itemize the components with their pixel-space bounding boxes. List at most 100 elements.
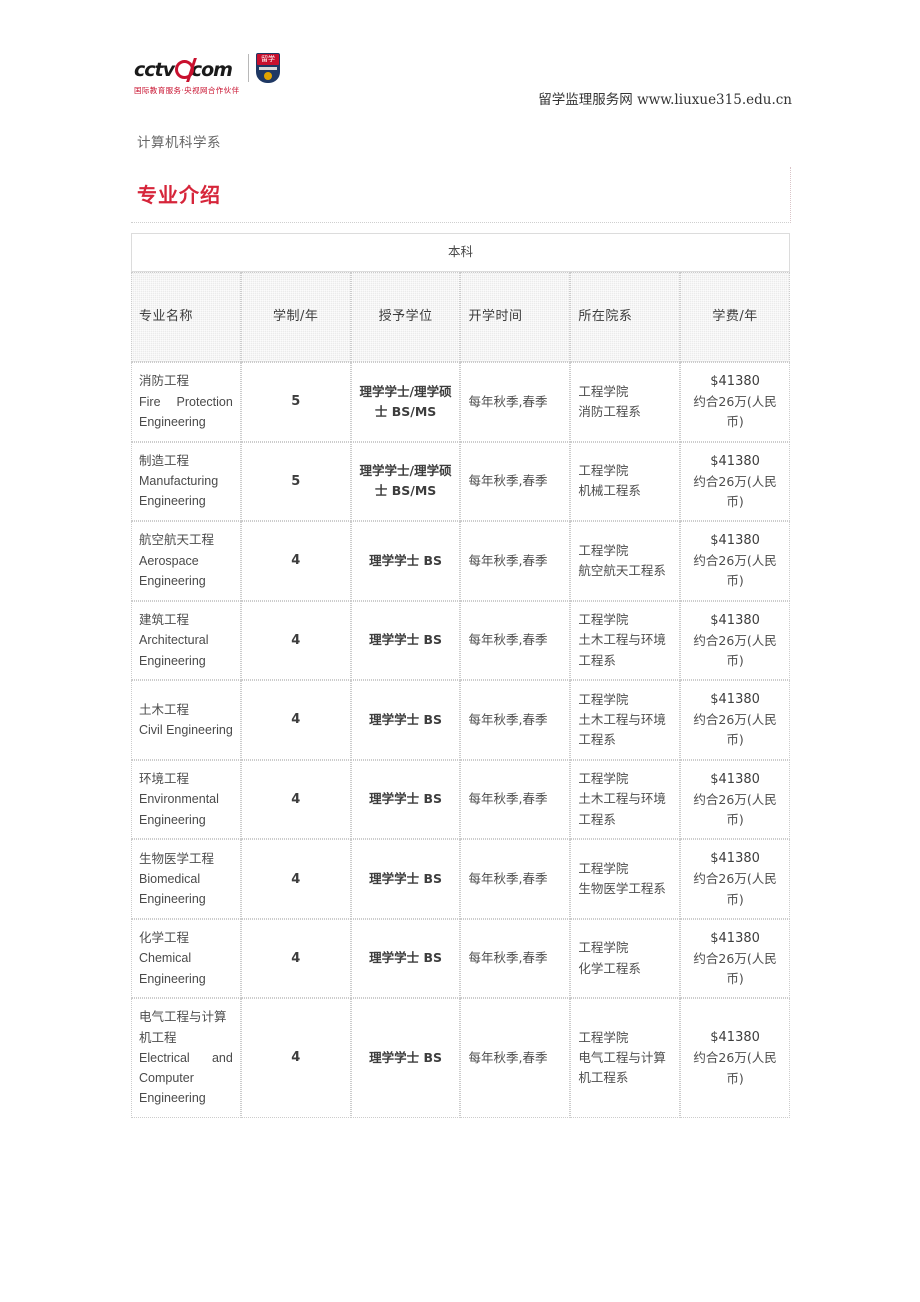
- cell-major-name: 电气工程与计算机工程 Electrical and Computer Engine…: [131, 998, 241, 1118]
- cell-start-time: 每年秋季,春季: [460, 521, 571, 601]
- duration-value: 4: [291, 553, 301, 569]
- tuition-cny: 约合26万(人民币): [693, 553, 777, 589]
- cell-degree: 理学学士 BS: [350, 600, 461, 681]
- table-caption: 本科: [131, 233, 790, 272]
- table-row: 化学工程 Chemical Engineering 4 理学学士 BS 每年秋季,春季 工…: [131, 918, 790, 999]
- cell-major-name: 建筑工程 Architectural Engineering: [131, 600, 241, 681]
- tuition-usd: $41380: [710, 374, 760, 389]
- degree-value: 理学学士 BS: [369, 1049, 443, 1065]
- major-name-cn: 化学工程: [139, 930, 190, 946]
- major-name-en: Architectural Engineering: [139, 633, 209, 668]
- major-name-en: Manufacturing Engineering: [139, 474, 219, 509]
- major-name-cn: 生物医学工程: [139, 850, 215, 866]
- major-name-cn: 制造工程: [139, 452, 190, 468]
- cell-school: 工程学院 电气工程与计算机工程系: [570, 998, 681, 1118]
- duration-value: 4: [291, 951, 301, 967]
- cell-start-time: 每年秋季,春季: [460, 918, 571, 999]
- cell-start-time: 每年秋季,春季: [460, 362, 571, 442]
- start-time-value: 每年秋季,春季: [468, 1049, 548, 1065]
- degree-value: 理学学士 BS: [369, 791, 443, 807]
- column-header-degree: 授予学位: [350, 272, 461, 362]
- duration-value: 4: [291, 1050, 301, 1066]
- degree-value: 理学学士/理学硕士 BS/MS: [359, 383, 452, 419]
- tuition-usd: $41380: [710, 453, 760, 469]
- cell-start-time: 每年秋季,春季: [460, 680, 571, 760]
- department-name: 机械工程系: [578, 483, 641, 499]
- cell-major-name: 制造工程 Manufacturing Engineering: [131, 441, 241, 522]
- table-caption-row: 本科: [131, 233, 790, 272]
- tuition-cny: 约合26万(人民币): [693, 632, 777, 668]
- major-name-cn: 土木工程: [139, 701, 190, 717]
- start-time-value: 每年秋季,春季: [468, 632, 548, 648]
- cell-major-name: 化学工程 Chemical Engineering: [131, 918, 241, 999]
- major-name-en: Chemical Engineering: [139, 951, 206, 986]
- duration-value: 4: [291, 871, 301, 887]
- site-identity: 留学监理服务网 www.liuxue315.edu.cn: [538, 88, 792, 108]
- school-name: 工程学院: [578, 542, 629, 558]
- start-time-value: 每年秋季,春季: [468, 791, 548, 807]
- cell-duration: 4: [240, 680, 351, 760]
- cell-school: 工程学院生物医学工程系: [570, 839, 681, 919]
- department-title: 计算机科学系: [137, 135, 221, 151]
- cell-school: 工程学院 机械工程系: [570, 441, 681, 522]
- cell-degree: 理学学士/理学硕士 BS/MS: [350, 362, 461, 442]
- tuition-usd: $41380: [710, 533, 760, 549]
- start-time-value: 每年秋季,春季: [468, 393, 548, 409]
- tuition-usd: $41380: [710, 771, 760, 787]
- column-header-duration: 学制/年: [240, 272, 351, 362]
- school-name: 工程学院: [578, 383, 629, 399]
- cell-tuition: $41380 约合26万(人民币): [680, 362, 790, 442]
- cell-degree: 理学学士 BS: [350, 918, 461, 999]
- tuition-cny: 约合26万(人民币): [693, 394, 777, 430]
- cell-school: 工程学院 化学工程系: [570, 918, 681, 999]
- site-name: 留学监理服务网: [538, 92, 633, 108]
- major-name-en: Fire Protection Engineering: [139, 394, 233, 429]
- section-heading-block: 专业介绍: [131, 167, 791, 223]
- cell-tuition: $41380 约合26万(人民币): [680, 521, 790, 601]
- cell-major-name: 航空航天工程 Aerospace Engineering: [131, 521, 241, 601]
- table-row: 建筑工程 Architectural Engineering 4 理学学士 BS 每年秋…: [131, 600, 790, 681]
- cell-start-time: 每年秋季,春季: [460, 600, 571, 681]
- table-row: 航空航天工程 Aerospace Engineering 4 理学学士 BS 每年秋季,…: [131, 521, 790, 601]
- degree-value: 理学学士 BS: [369, 870, 443, 886]
- cell-start-time: 每年秋季,春季: [460, 759, 571, 840]
- table-row: 消防工程 Fire Protection Engineering 5 理学学士/理学硕…: [131, 362, 790, 442]
- cell-start-time: 每年秋季,春季: [460, 441, 571, 522]
- department-name: 生物医学工程系: [578, 881, 666, 897]
- major-name-cn: 消防工程: [139, 373, 190, 389]
- school-name: 工程学院: [578, 860, 629, 876]
- cell-major-name: 生物医学工程 Biomedical Engineering: [131, 839, 241, 919]
- cell-school: 工程学院 消防工程系: [570, 362, 681, 442]
- column-header-major-name: 专业名称: [131, 272, 241, 362]
- tuition-usd: $41380: [710, 692, 760, 708]
- cell-duration: 4: [240, 998, 351, 1118]
- start-time-value: 每年秋季,春季: [468, 950, 548, 966]
- cell-tuition: $41380 约合26万(人民币): [680, 680, 790, 760]
- table-row: 土木工程 Civil Engineering 4 理学学士 BS 每年秋季,春季 工程学院…: [131, 680, 790, 760]
- cell-start-time: 每年秋季,春季: [460, 839, 571, 919]
- page-title: 专业介绍: [137, 183, 221, 207]
- degree-value: 理学学士 BS: [369, 632, 443, 648]
- cell-degree: 理学学士 BS: [350, 680, 461, 760]
- duration-value: 4: [291, 712, 301, 728]
- major-name-en: Environmental Engineering: [139, 792, 219, 827]
- degree-value: 理学学士/理学硕士 BS/MS: [359, 463, 452, 499]
- column-header-school: 所在院系: [570, 272, 681, 362]
- cell-school: 工程学院 航空航天工程系: [570, 521, 681, 601]
- cell-duration: 5: [240, 362, 351, 442]
- table-header-row: 专业名称 学制/年 授予学位 开学时间 所在院系 学费/年: [131, 272, 790, 362]
- duration-value: 5: [291, 394, 301, 410]
- cell-degree: 理学学士/理学硕士 BS/MS: [350, 441, 461, 522]
- school-name: 工程学院: [578, 612, 629, 628]
- cell-school: 工程学院 土木工程与环境工程系: [570, 680, 681, 760]
- school-name: 工程学院: [578, 940, 629, 956]
- department-name: 消防工程系: [578, 403, 641, 419]
- department-name: 化学工程系: [578, 960, 641, 976]
- major-name-cn: 航空航天工程: [139, 532, 215, 548]
- shield-emblem: [264, 72, 272, 80]
- cell-tuition: $41380 约合26万(人民币): [680, 998, 790, 1118]
- programs-table: 本科 专业名称 学制/年 授予学位 开学时间 所在院系 学费/年 消防工程 Fir…: [131, 233, 790, 1118]
- tuition-cny: 约合26万(人民币): [693, 950, 777, 987]
- tuition-usd: $41380: [710, 851, 760, 867]
- school-name: 工程学院: [578, 691, 629, 707]
